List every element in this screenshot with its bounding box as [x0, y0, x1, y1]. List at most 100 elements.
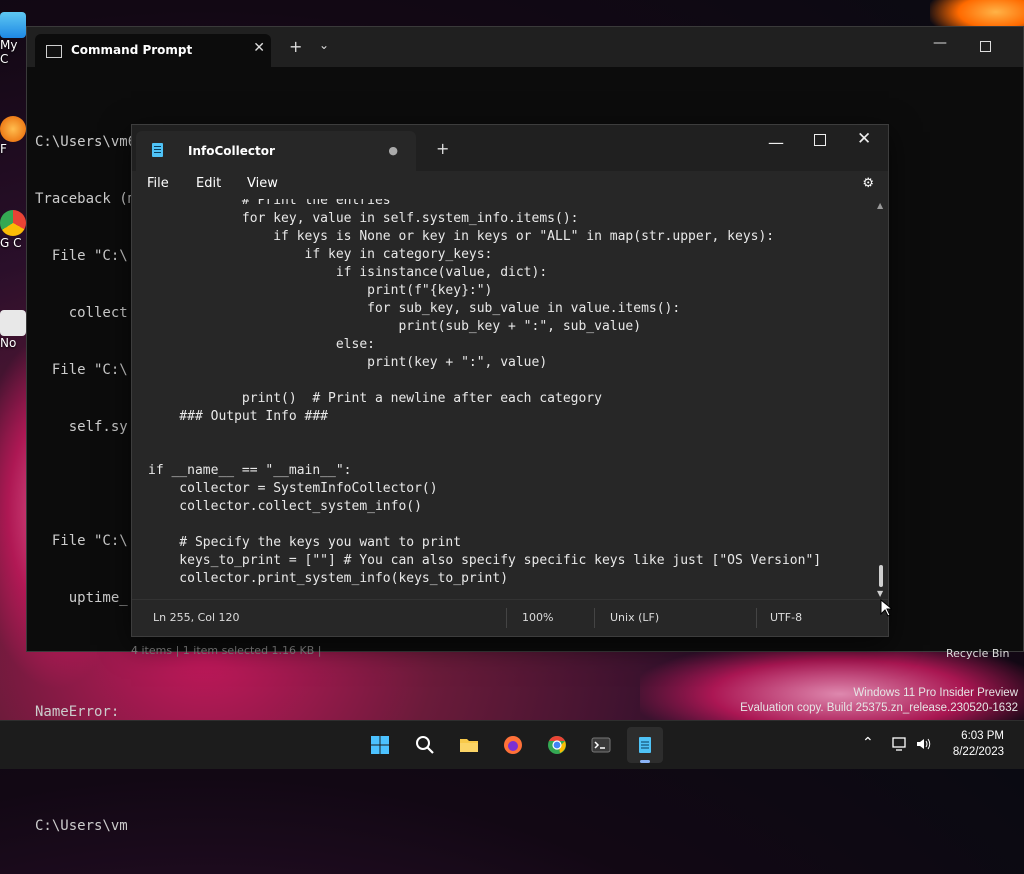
code-line: ​: [148, 372, 821, 390]
notepad-maximize-button[interactable]: [814, 134, 826, 146]
scroll-down-arrow-icon[interactable]: ▼: [877, 589, 883, 598]
code-line: else:: [148, 337, 375, 352]
cmd-dropdown-icon[interactable]: ⌄: [319, 38, 329, 52]
code-line: for sub_key, sub_value in value.items():: [148, 301, 681, 316]
code-line: print() # Print a newline after each cat…: [148, 391, 602, 406]
code-line: print(sub_key + ":", sub_value): [148, 319, 642, 334]
background-explorer-status: 4 items | 1 item selected 1.16 KB |: [131, 644, 322, 657]
taskbar-firefox[interactable]: [495, 727, 531, 763]
desktop-icon-label: F: [0, 142, 7, 156]
scroll-up-arrow-icon[interactable]: ▲: [877, 201, 883, 210]
notepad-window[interactable]: InfoCollector ● + — ✕ File Edit View ⚙ #…: [131, 124, 889, 637]
notepad-minimize-button[interactable]: —: [768, 133, 784, 152]
encoding[interactable]: UTF-8: [770, 611, 802, 624]
desktop-icon-label: G C: [0, 236, 22, 250]
status-divider: [506, 608, 507, 628]
desktop-icon-label: No: [0, 336, 17, 350]
taskbar-search-button[interactable]: [407, 727, 443, 763]
chrome-icon: [0, 210, 26, 236]
cmd-line: C:\Users\vm: [35, 818, 128, 834]
cmd-minimize-button[interactable]: —: [933, 35, 947, 51]
notepad-title-bar: InfoCollector ● + — ✕: [132, 125, 888, 171]
code-line: collector = SystemInfoCollector(): [148, 481, 438, 496]
active-app-indicator: [640, 760, 650, 763]
unsaved-indicator-icon[interactable]: ●: [388, 144, 398, 157]
code-line: ​: [148, 516, 821, 534]
notepad-status-bar: Ln 255, Col 120 100% Unix (LF) UTF-8: [132, 599, 888, 636]
taskbar-chrome[interactable]: [539, 727, 575, 763]
watermark-line-2: Evaluation copy. Build 25375.zn_release.…: [740, 702, 1018, 714]
code-line: ​: [148, 426, 821, 444]
firefox-icon: [504, 736, 522, 754]
status-divider: [756, 608, 757, 628]
terminal-icon: [46, 45, 62, 58]
cmd-tab[interactable]: Command Prompt ✕: [35, 34, 271, 67]
menu-file[interactable]: File: [147, 176, 169, 191]
cmd-new-tab-button[interactable]: +: [289, 37, 302, 56]
monitor-icon: [0, 12, 26, 38]
code-line: print(f"{key}:"): [148, 283, 493, 298]
zoom-level[interactable]: 100%: [522, 611, 553, 624]
code-line: if keys is None or key in keys or "ALL" …: [148, 229, 775, 244]
taskbar: ⌃ 6:03 PM 8/22/2023: [0, 720, 1024, 769]
notepad-icon: [152, 143, 163, 157]
code-line: if isinstance(value, dict):: [148, 265, 548, 280]
code-line: # Print the entries: [148, 199, 391, 208]
notepad-new-tab-button[interactable]: +: [436, 139, 449, 158]
line-ending[interactable]: Unix (LF): [610, 611, 659, 624]
code-line: ​: [148, 444, 821, 462]
notepad-tab[interactable]: InfoCollector ●: [136, 131, 416, 171]
cmd-maximize-button[interactable]: [980, 41, 991, 52]
scrollbar-thumb[interactable]: [879, 565, 883, 587]
code-line: print(key + ":", value): [148, 355, 548, 370]
terminal-icon: [591, 737, 611, 753]
chrome-icon: [548, 736, 566, 754]
code-line: ### Output Info ###: [148, 409, 329, 424]
start-button[interactable]: [362, 727, 398, 763]
firefox-icon: [0, 116, 26, 142]
code-line: keys_to_print = [""] # You can also spec…: [148, 553, 822, 568]
cursor-position: Ln 255, Col 120: [153, 611, 240, 624]
notepad-icon: [0, 310, 26, 336]
desktop-icon-chrome[interactable]: G C: [0, 210, 28, 250]
speaker-icon[interactable]: [915, 736, 931, 752]
taskbar-notepad[interactable]: [627, 727, 663, 763]
cmd-tab-bar: Command Prompt ✕ + ⌄ —: [27, 27, 1023, 67]
notepad-close-button[interactable]: ✕: [857, 129, 871, 149]
desktop-icon-my-computer[interactable]: My C: [0, 12, 28, 66]
cmd-tab-close-icon[interactable]: ✕: [253, 40, 265, 56]
notepad-icon: [639, 737, 651, 753]
menu-view[interactable]: View: [247, 176, 278, 191]
settings-gear-icon[interactable]: ⚙: [862, 176, 874, 191]
taskbar-terminal[interactable]: [583, 727, 619, 763]
notepad-editor[interactable]: # Print the entries for key, value in se…: [132, 199, 876, 601]
code-line: if key in category_keys:: [148, 247, 493, 262]
tray-overflow-chevron-icon[interactable]: ⌃: [862, 735, 874, 751]
notepad-menu-bar: File Edit View ⚙: [132, 171, 888, 199]
cmd-tab-title: Command Prompt: [71, 43, 193, 57]
clock-date: 8/22/2023: [952, 746, 1004, 758]
desktop-icon-firefox[interactable]: F: [0, 116, 28, 156]
search-icon: [416, 736, 434, 754]
code-line: collector.collect_system_info(): [148, 499, 422, 514]
desktop-icon-label: My C: [0, 38, 18, 66]
menu-edit[interactable]: Edit: [196, 176, 221, 191]
windows-watermark: Windows 11 Pro Insider Preview Evaluatio…: [740, 686, 1018, 716]
code-line: if __name__ == "__main__":: [148, 463, 352, 478]
vertical-scrollbar[interactable]: ▲ ▼: [874, 199, 888, 601]
windows-logo-icon: [371, 736, 389, 754]
status-divider: [594, 608, 595, 628]
code-line: for key, value in self.system_info.items…: [148, 211, 579, 226]
code-line: collector.print_system_info(keys_to_prin…: [148, 571, 509, 586]
taskbar-clock[interactable]: 6:03 PM 8/22/2023: [953, 728, 1004, 760]
notepad-tab-title: InfoCollector: [188, 144, 275, 158]
code-line: # Specify the keys you want to print: [148, 535, 462, 550]
code-text: # Print the entries for key, value in se…: [148, 199, 821, 588]
clock-time: 6:03 PM: [961, 730, 1004, 742]
network-icon[interactable]: [892, 736, 908, 752]
desktop-icon-notepad[interactable]: No: [0, 310, 28, 350]
taskbar-file-explorer[interactable]: [451, 727, 487, 763]
mouse-pointer-icon: [880, 599, 892, 617]
recycle-bin-label[interactable]: Recycle Bin: [946, 647, 1009, 660]
folder-icon: [460, 739, 478, 752]
